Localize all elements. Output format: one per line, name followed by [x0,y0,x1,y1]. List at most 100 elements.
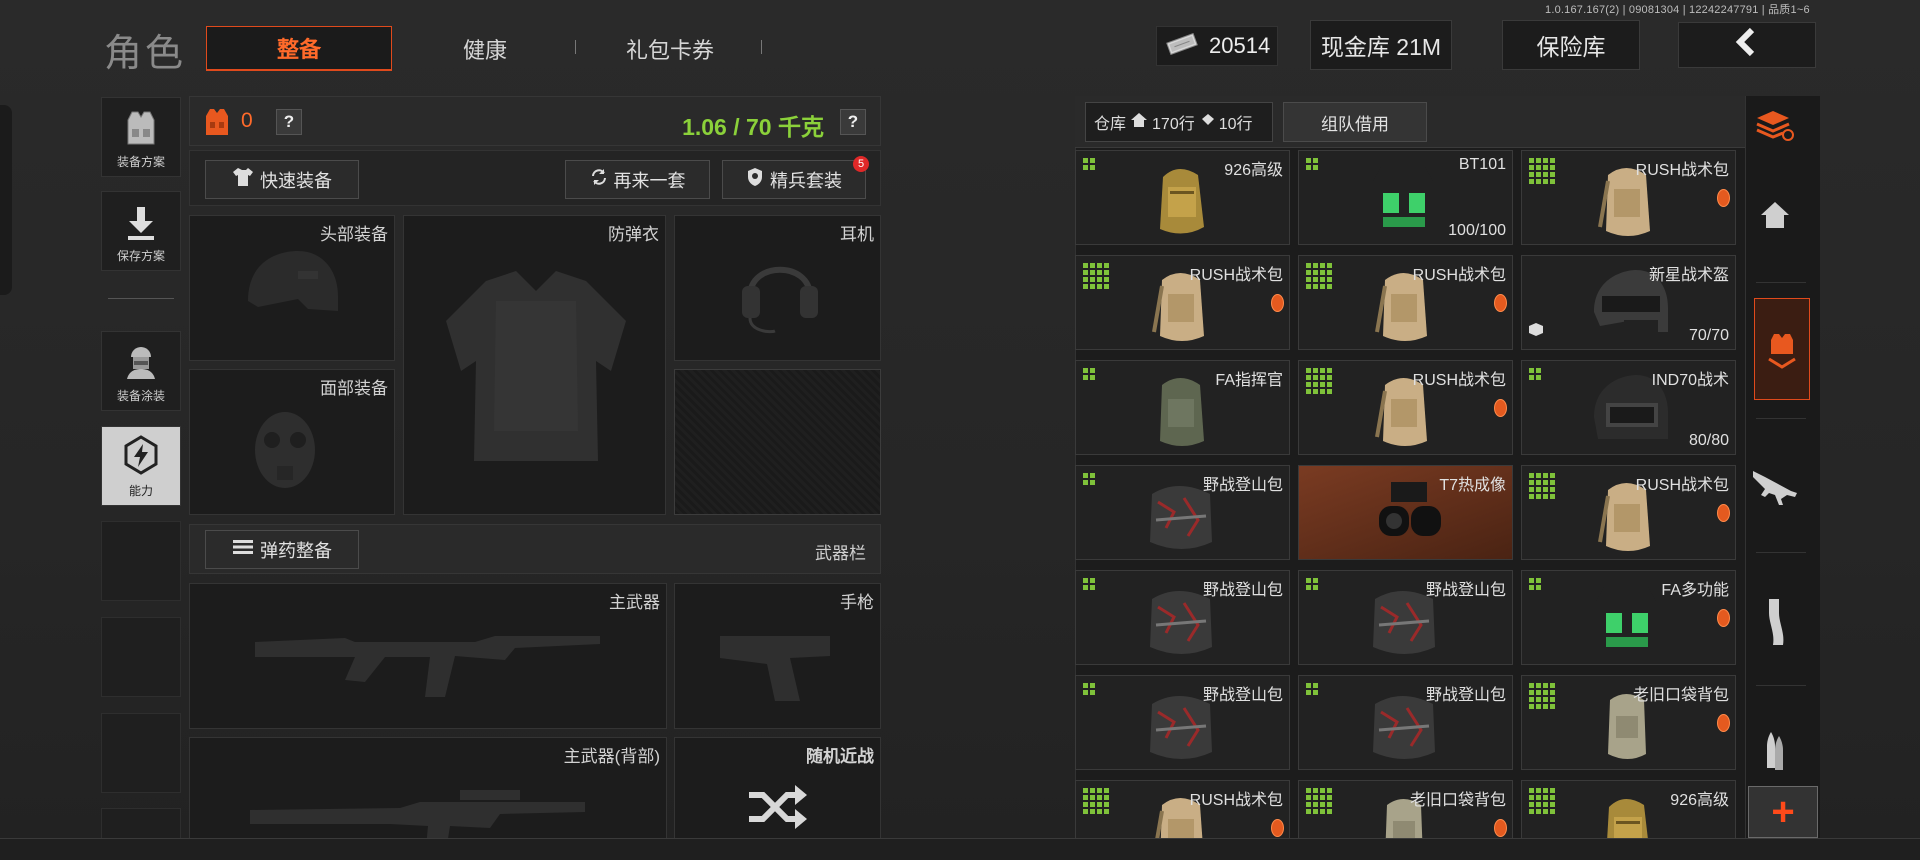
home-small-icon [1131,112,1148,132]
storage-item-durability: 80/80 [1688,432,1729,449]
slot-label: 面部装备 [320,379,388,398]
storage-item[interactable]: 野战登山包 [1075,465,1290,560]
storage-item[interactable]: IND70战术 80/80 [1521,360,1736,455]
cash-stack-icon [1165,32,1199,60]
currency-amount: 20514 [1209,33,1271,58]
sidebar-item-loadout-plan[interactable]: 装备方案 [101,97,181,177]
nav-weapons[interactable] [1744,455,1806,515]
currency-display[interactable]: 20514 [1156,26,1278,66]
ammo-prep-button[interactable]: 弹药整备 [205,530,359,569]
elite-set-button[interactable]: 精兵套装 [722,160,866,199]
tag-badge-icon [1494,294,1507,312]
size-grid-icon [1306,788,1332,814]
tab-health[interactable]: 健康 [410,26,560,71]
page-title: 角色 [104,33,187,75]
sidebar-item-label: 装备涂装 [116,389,165,403]
storage-item[interactable]: RUSH战术包 [1298,360,1513,455]
storage-item[interactable]: 野战登山包 [1075,570,1290,665]
ammo-icon [1767,732,1783,770]
sidebar-item-label: 保存方案 [116,249,165,263]
storage-item-name: RUSH战术包 [1635,477,1729,494]
storage-item[interactable]: RUSH战术包 [1521,150,1736,245]
tab-gift-cards[interactable]: 礼包卡券 [590,26,750,71]
slot-primary-weapon[interactable]: 主武器 [189,583,667,729]
slot-label: 主武器(背部) [563,747,660,766]
shuffle-icon [749,785,807,829]
slot-head[interactable]: 头部装备 [189,215,395,361]
storage-item[interactable]: 老旧口袋背包 [1521,675,1736,770]
back-button[interactable] [1678,22,1816,68]
slot-headset[interactable]: 耳机 [674,215,881,361]
tag-badge-icon [1717,609,1730,627]
sidebar-item-ability[interactable]: 能力 [101,426,181,506]
storage-item-name: 野战登山包 [1425,687,1506,704]
gasmask-silhouette-icon [255,412,315,488]
storage-label: 仓库 [1094,116,1127,133]
storage-item-name: RUSH战术包 [1189,792,1283,809]
size-grid-icon [1306,263,1332,289]
storage-item[interactable]: 新星战术盔 70/70 [1521,255,1736,350]
storage-item[interactable]: RUSH战术包 [1298,255,1513,350]
quick-equip-button[interactable]: 快速装备 [205,160,359,199]
weight-help-button[interactable]: ? [840,109,866,135]
nav-magazines[interactable] [1744,590,1806,654]
sidebar-divider [108,298,174,299]
nav-home[interactable] [1744,185,1806,245]
storage-item[interactable]: 926高级 [1075,150,1290,245]
storage-rows-ticket: 10行 [1218,116,1253,133]
storage-item-name: RUSH战术包 [1412,267,1506,284]
slot-locked [674,369,881,515]
ammo-icon [232,538,254,561]
nav-loot[interactable] [1754,298,1810,400]
shield-icon [746,167,764,192]
nav-ammo[interactable] [1744,720,1806,780]
loadout-header: 0 ? 1.06 / 70 千克 ? [189,96,881,146]
storage-item[interactable]: RUSH战术包 [1521,465,1736,560]
team-borrow-button[interactable]: 组队借用 [1283,102,1427,142]
slot-face[interactable]: 面部装备 [189,369,395,515]
sidebar-item-label: 装备方案 [116,155,165,169]
tag-badge-icon [1717,714,1730,732]
tab-divider [761,40,762,54]
storage-item[interactable]: T7热成像 [1298,465,1513,560]
size-grid-icon [1306,578,1318,590]
storage-item[interactable]: 野战登山包 [1298,570,1513,665]
tab-equip[interactable]: 整备 [206,26,392,71]
elite-set-label: 精兵套装 [770,170,842,191]
storage-item[interactable]: RUSH战术包 [1075,255,1290,350]
reroll-button[interactable]: 再来一套 [565,160,710,199]
headset-silhouette-icon [742,266,818,334]
nav-divider [1756,552,1806,553]
nav-divider [1756,282,1806,283]
storage-item-name: 野战登山包 [1202,687,1283,704]
storage-item[interactable]: FA指挥官 [1075,360,1290,455]
storage-item[interactable]: 野战登山包 [1075,675,1290,770]
side-drawer-handle[interactable] [0,105,12,295]
storage-item[interactable]: FA多功能 [1521,570,1736,665]
storage-item-name: BT101 [1458,156,1506,173]
bottom-bar [0,838,1920,860]
safe-button[interactable]: 保险库 [1502,20,1640,70]
sidebar-item-save-plan[interactable]: 保存方案 [101,191,181,271]
back-arrow-icon [1732,27,1762,63]
storage-rows-home: 170行 [1152,116,1195,133]
ticket-icon [1200,113,1214,131]
add-button[interactable]: + [1748,786,1818,838]
slot-label: 主武器 [609,593,660,612]
storage-item[interactable]: BT101 100/100 [1298,150,1513,245]
slot-armor[interactable]: 防弹衣 [403,215,666,515]
slot-pistol[interactable]: 手枪 [674,583,881,729]
armor-help-button[interactable]: ? [276,109,302,135]
ability-icon [124,435,158,475]
storage-item[interactable]: 野战登山包 [1298,675,1513,770]
pistol-silhouette-icon [720,636,830,701]
storage-item-name: RUSH战术包 [1412,372,1506,389]
sidebar-item-skin[interactable]: 装备涂装 [101,331,181,411]
nav-all[interactable] [1744,100,1806,150]
box-icon [1528,322,1544,341]
cash-vault-button[interactable]: 现金库 21M [1310,20,1452,70]
tag-badge-icon [1494,399,1507,417]
slot-label: 手枪 [840,593,874,612]
home-icon [1761,202,1789,228]
size-grid-icon [1083,158,1095,170]
